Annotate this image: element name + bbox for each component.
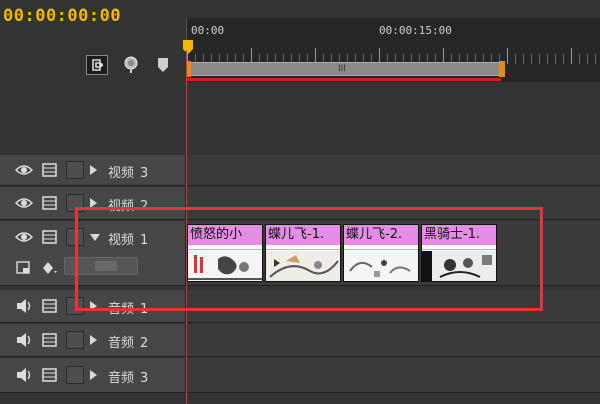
track-name: 音频 3 bbox=[108, 371, 149, 386]
set-marker-icon[interactable] bbox=[120, 55, 142, 75]
speaker-icon[interactable] bbox=[14, 297, 34, 315]
film-icon[interactable] bbox=[40, 297, 60, 315]
track-video-3: 视频 3 bbox=[0, 155, 600, 186]
track-name: 音频 2 bbox=[108, 336, 149, 351]
film-icon[interactable] bbox=[40, 331, 60, 349]
timeline-panel: 00:00:00:00 00:00 00:00:15:00 III 视频 3 视… bbox=[0, 0, 600, 404]
film-icon[interactable] bbox=[40, 194, 60, 212]
track-header: 音频 2 bbox=[0, 324, 186, 356]
speaker-icon[interactable] bbox=[14, 366, 34, 384]
marker-flag-icon[interactable] bbox=[156, 57, 178, 77]
track-header: 视频 3 bbox=[0, 155, 186, 185]
track-audio-3: 音频 3 bbox=[0, 358, 600, 393]
track-audio-2: 音频 2 bbox=[0, 324, 600, 357]
snap-icon[interactable] bbox=[86, 55, 108, 75]
time-ruler[interactable]: 00:00 00:00:15:00 III bbox=[183, 18, 600, 82]
lock-toggle-icon[interactable] bbox=[66, 366, 84, 384]
render-status-bar bbox=[187, 78, 501, 81]
eye-icon[interactable] bbox=[14, 228, 34, 246]
lock-toggle-icon[interactable] bbox=[66, 331, 84, 349]
track-content[interactable] bbox=[187, 155, 600, 185]
track-header: 音频 3 bbox=[0, 358, 186, 392]
film-icon[interactable] bbox=[40, 366, 60, 384]
expand-triangle-icon[interactable] bbox=[90, 335, 97, 345]
film-icon[interactable] bbox=[40, 161, 60, 179]
ruler-start-label: 00:00 bbox=[191, 24, 225, 37]
work-area-bar[interactable]: III bbox=[187, 62, 503, 76]
track-content[interactable] bbox=[187, 358, 600, 392]
speaker-icon[interactable] bbox=[14, 331, 34, 349]
work-area-grip[interactable]: III bbox=[338, 64, 346, 74]
track-name: 视频 3 bbox=[108, 166, 149, 181]
display-style-icon[interactable] bbox=[14, 259, 34, 277]
current-timecode[interactable]: 00:00:00:00 bbox=[3, 6, 121, 26]
track-content[interactable] bbox=[187, 324, 600, 356]
work-area-end-handle[interactable] bbox=[499, 61, 505, 77]
lock-toggle-icon[interactable] bbox=[66, 161, 84, 179]
keyframe-icon[interactable] bbox=[40, 259, 60, 277]
highlight-annotation-box bbox=[75, 207, 543, 311]
expand-triangle-icon[interactable] bbox=[90, 370, 97, 380]
film-icon[interactable] bbox=[40, 228, 60, 246]
ruler-mid-label: 00:00:15:00 bbox=[379, 24, 452, 37]
eye-icon[interactable] bbox=[14, 194, 34, 212]
expand-triangle-icon[interactable] bbox=[90, 165, 97, 175]
eye-icon[interactable] bbox=[14, 161, 34, 179]
